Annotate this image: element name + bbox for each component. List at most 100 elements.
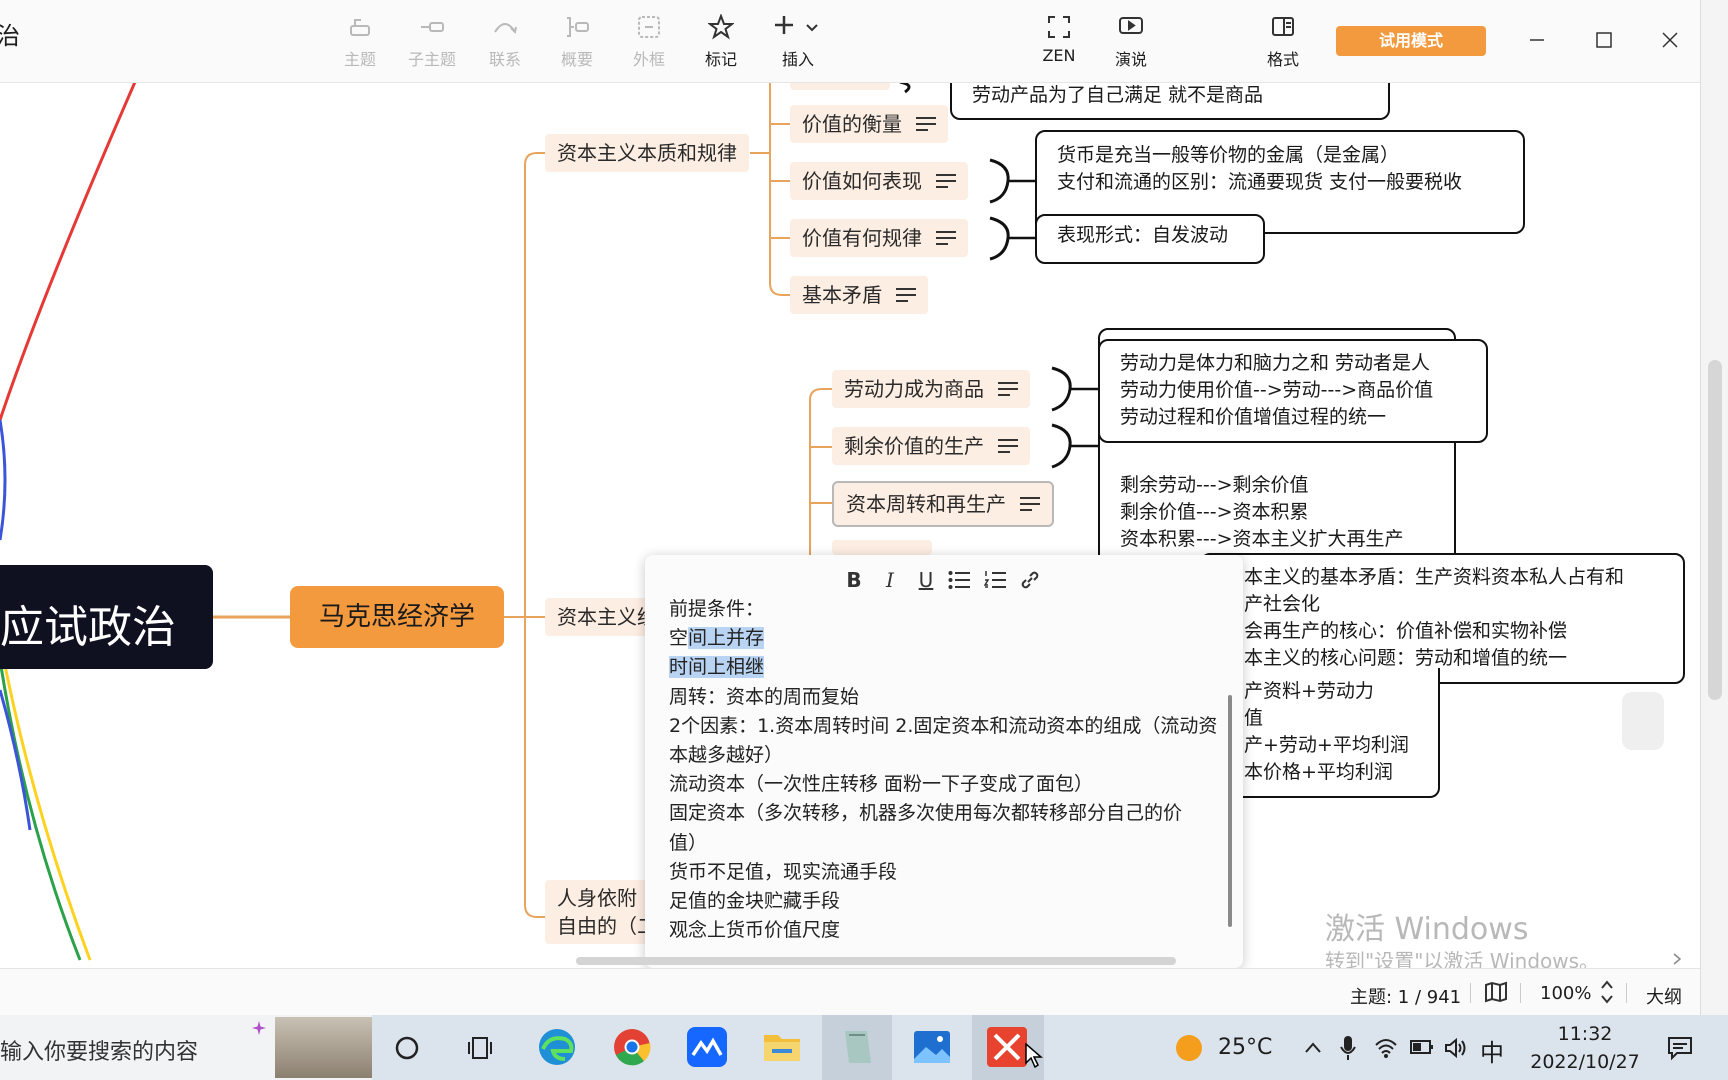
note-line: 货币不足值，现实流通手段 [669,860,898,883]
topic-label: 资本周转和再生产 [846,492,1006,516]
note-body[interactable]: 前提条件： 空间上并存 时间上相继 周转：资本的周而复始 2个因素：1.资本周转… [669,595,1229,945]
topic-basic-contradiction[interactable]: 基本矛盾 [790,276,928,314]
edge-icon[interactable] [535,1025,579,1069]
callout-text: 本价格+平均利润 [1244,761,1393,783]
battery-icon[interactable] [1410,1039,1434,1055]
note-editor-popup[interactable]: B I U 前提条件： 空间上并存 时间上相继 周转：资本的周而复始 2个因素：… [645,555,1243,968]
volume-icon[interactable] [1444,1037,1468,1059]
topic-value-express[interactable]: 价值如何表现 [790,162,968,200]
photos-icon[interactable] [910,1025,954,1069]
callout-text: 表现形式：自发波动 [1057,224,1229,246]
canvas-floating-handle[interactable] [1622,692,1664,750]
branch-essence[interactable]: 资本主义本质和规律 [545,134,749,172]
branch-personal-line2: 自由的（二 [557,914,650,938]
toolbar-pitch-button[interactable]: 演说 [1099,14,1163,74]
clock-time[interactable]: 11:32 [1540,1023,1630,1045]
note-line: 观念上货币价值尺度 [669,919,841,942]
boundary-icon [638,16,660,38]
toolbar-summary-button[interactable]: 概要 [545,14,609,74]
topic-surplus-production[interactable]: 剩余价值的生产 [832,427,1030,465]
note-icon[interactable] [896,287,916,302]
toolbar-format-button[interactable]: 格式 [1251,14,1315,74]
numbered-list-icon[interactable] [984,570,1006,590]
taskbar-search-placeholder: 输入你要搜索的内容 [0,1040,199,1065]
notes-app-icon[interactable] [835,1025,879,1069]
bold-button[interactable]: B [840,565,868,595]
toolbar-label: 演说 [1114,50,1147,69]
callout-contradiction: 本主义的基本矛盾：生产资料资本私人占有和 产社会化 会再生产的核心：价值补偿和实… [1200,553,1685,684]
chrome-icon[interactable] [610,1025,654,1069]
trial-mode-button[interactable]: 试用模式 [1336,26,1486,56]
note-line: 周转：资本的周而复始 [669,685,860,708]
topic-value-law[interactable]: 价值有何规律 [790,219,968,257]
plus-icon [775,16,793,34]
toolbar-relationship-button[interactable]: 联系 [473,14,537,74]
toolbar-boundary-button[interactable]: 外框 [617,14,681,74]
toolbar-marker-button[interactable]: 标记 [689,14,753,74]
weather-sun-icon[interactable] [1174,1033,1204,1063]
root-topic[interactable]: 应试政治 [0,565,213,669]
main-topic[interactable]: 马克思经济学 [290,586,504,648]
topic-capital-turnover[interactable]: 资本周转和再生产 [832,481,1054,527]
xmind-icon[interactable] [985,1025,1029,1069]
weather-temperature[interactable]: 25°C [1218,1035,1272,1060]
divider [1626,983,1627,1003]
horizontal-scrollbar[interactable] [576,957,1176,965]
chevron-down-icon [806,24,818,32]
feishu-icon[interactable] [685,1025,729,1069]
note-icon[interactable] [998,381,1018,396]
note-icon[interactable] [936,230,956,245]
minimize-button[interactable] [1517,20,1557,60]
close-button[interactable] [1650,20,1690,60]
topic-label: 价值有何规律 [802,226,922,250]
link-icon[interactable] [1020,570,1040,590]
callout-text: 货币是充当一般等价物的金属（是金属） [1057,144,1400,166]
topic-label: 基本矛盾 [802,283,882,307]
toolbar-insert-button[interactable]: 插入 [766,14,830,74]
taskbar-search-box[interactable]: 输入你要搜索的内容 [0,1015,372,1080]
zoom-stepper-icon[interactable] [1600,979,1614,1005]
callout-text: 值 [1244,707,1264,729]
zoom-level[interactable]: 100% [1540,983,1591,1004]
cortana-icon[interactable] [393,1034,421,1062]
input-method-indicator[interactable]: 中 [1480,1033,1504,1068]
bullet-list-icon[interactable] [948,570,970,590]
italic-button[interactable]: I [876,565,904,595]
note-icon[interactable] [1020,496,1040,511]
topic-value-measure[interactable]: 价值的衡量 [790,105,948,143]
note-scrollbar[interactable] [1228,695,1232,927]
toolbar-topic-button[interactable]: 主题 [328,14,392,74]
outline-toggle[interactable]: 大纲 [1646,983,1682,1009]
windows-taskbar: 输入你要搜索的内容 25°C 中 11:32 2022/10/27 [0,1015,1728,1080]
callout-text: 会再生产的核心：价值补偿和实物补偿 [1244,620,1568,642]
wifi-icon[interactable] [1374,1037,1398,1059]
callout-text: 资本积累--->资本主义扩大再生产 [1120,528,1404,550]
toolbar-label: ZEN [1042,46,1076,65]
underline-button[interactable]: U [912,565,940,595]
branch-personal[interactable]: 人身依附 自由的（二 [545,880,650,944]
callout-text: 剩余劳动--->剩余价值 [1120,474,1309,496]
microphone-icon[interactable] [1340,1035,1356,1061]
clock-date[interactable]: 2022/10/27 [1512,1051,1658,1073]
toolbar-label: 概要 [560,50,593,69]
toolbar-label: 外框 [632,50,665,69]
mouse-cursor-icon [1025,1043,1043,1069]
vertical-scrollbar-thumb[interactable] [1708,360,1722,700]
topic-label: 劳动力成为商品 [844,377,984,401]
topic-labor-commodity[interactable]: 劳动力成为商品 [832,370,1030,408]
note-icon[interactable] [998,438,1018,453]
note-icon[interactable] [916,116,936,131]
chevron-up-icon[interactable] [1304,1041,1322,1055]
task-view-icon[interactable] [466,1034,494,1062]
maximize-button[interactable] [1584,20,1624,60]
notification-icon[interactable] [1667,1035,1693,1061]
folder-icon[interactable] [760,1025,804,1069]
divider [1470,983,1471,1003]
toolbar-zen-button[interactable]: ZEN [1027,14,1091,74]
chevron-right-icon[interactable] [1670,952,1684,966]
map-view-icon[interactable] [1484,981,1508,1003]
toolbar-subtopic-button[interactable]: 子主题 [400,14,464,74]
branch-capital[interactable]: 资本主义经 [545,598,650,636]
topic-partial-hidden[interactable] [832,540,932,555]
note-icon[interactable] [936,173,956,188]
